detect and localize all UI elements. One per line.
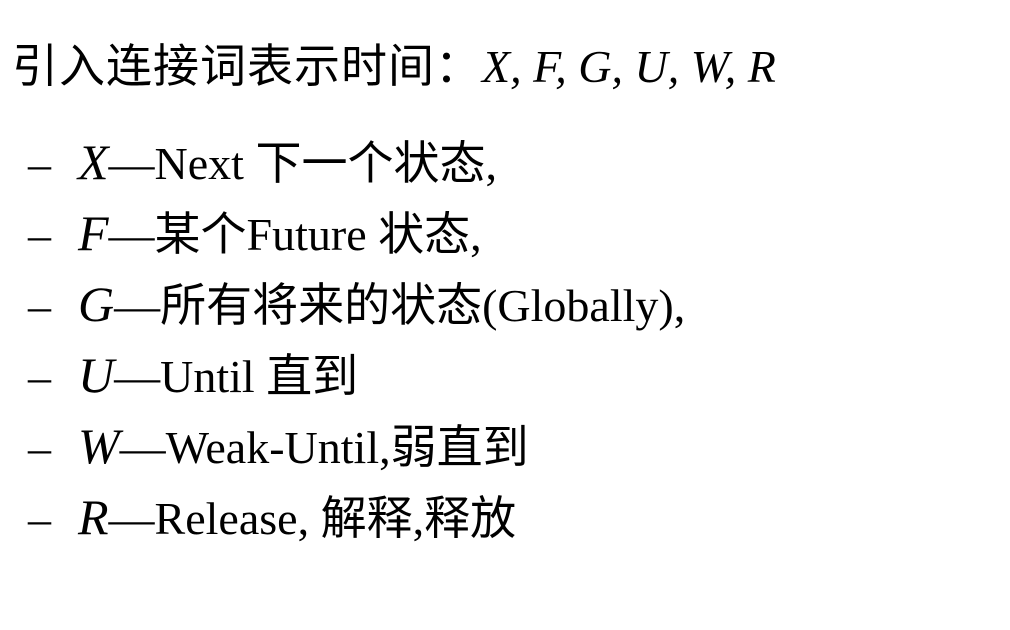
list-item-r: – R — Release, 解释,释放 <box>28 487 685 558</box>
operator-symbol: W <box>78 418 120 474</box>
separator: — <box>114 351 161 402</box>
operator-symbol: G <box>78 276 115 332</box>
separator: — <box>108 209 155 260</box>
list-bullet: – <box>28 422 51 473</box>
operator-symbol: F <box>78 205 109 261</box>
list-bullet: – <box>28 209 51 260</box>
operator-description: Release, 解释,释放 <box>154 493 517 544</box>
list-item-g: – G — 所有将来的状态(Globally), <box>28 274 685 345</box>
separator: — <box>108 138 155 189</box>
heading-operators: X, F, G, U, W, R <box>482 41 776 92</box>
heading-prefix: 引入连接词表示时间： <box>12 39 482 93</box>
list-item-u: – U — Until 直到 <box>28 345 685 416</box>
operator-list: – X — Next 下一个状态, – F — 某个Future 状态, – G… <box>28 132 685 558</box>
list-item-w: – W — Weak-Until,弱直到 <box>28 416 685 487</box>
list-bullet: – <box>28 280 51 331</box>
operator-symbol: R <box>78 489 109 545</box>
operator-description: Next 下一个状态, <box>154 138 497 189</box>
list-item-x: – X — Next 下一个状态, <box>28 132 685 203</box>
operator-symbol: U <box>78 347 115 403</box>
heading: 引入连接词表示时间：X, F, G, U, W, R <box>12 38 776 95</box>
document-page: 引入连接词表示时间：X, F, G, U, W, R – X — Next 下一… <box>0 0 1010 630</box>
operator-description: Until 直到 <box>160 351 359 402</box>
separator: — <box>108 493 155 544</box>
separator: — <box>114 280 161 331</box>
separator: — <box>119 422 166 473</box>
operator-description: 所有将来的状态(Globally), <box>160 280 686 331</box>
list-bullet: – <box>28 493 51 544</box>
list-item-f: – F — 某个Future 状态, <box>28 203 685 274</box>
operator-description: Weak-Until,弱直到 <box>165 422 529 473</box>
operator-description: 某个Future 状态, <box>154 209 482 260</box>
list-bullet: – <box>28 138 51 189</box>
list-bullet: – <box>28 351 51 402</box>
operator-symbol: X <box>78 134 109 190</box>
